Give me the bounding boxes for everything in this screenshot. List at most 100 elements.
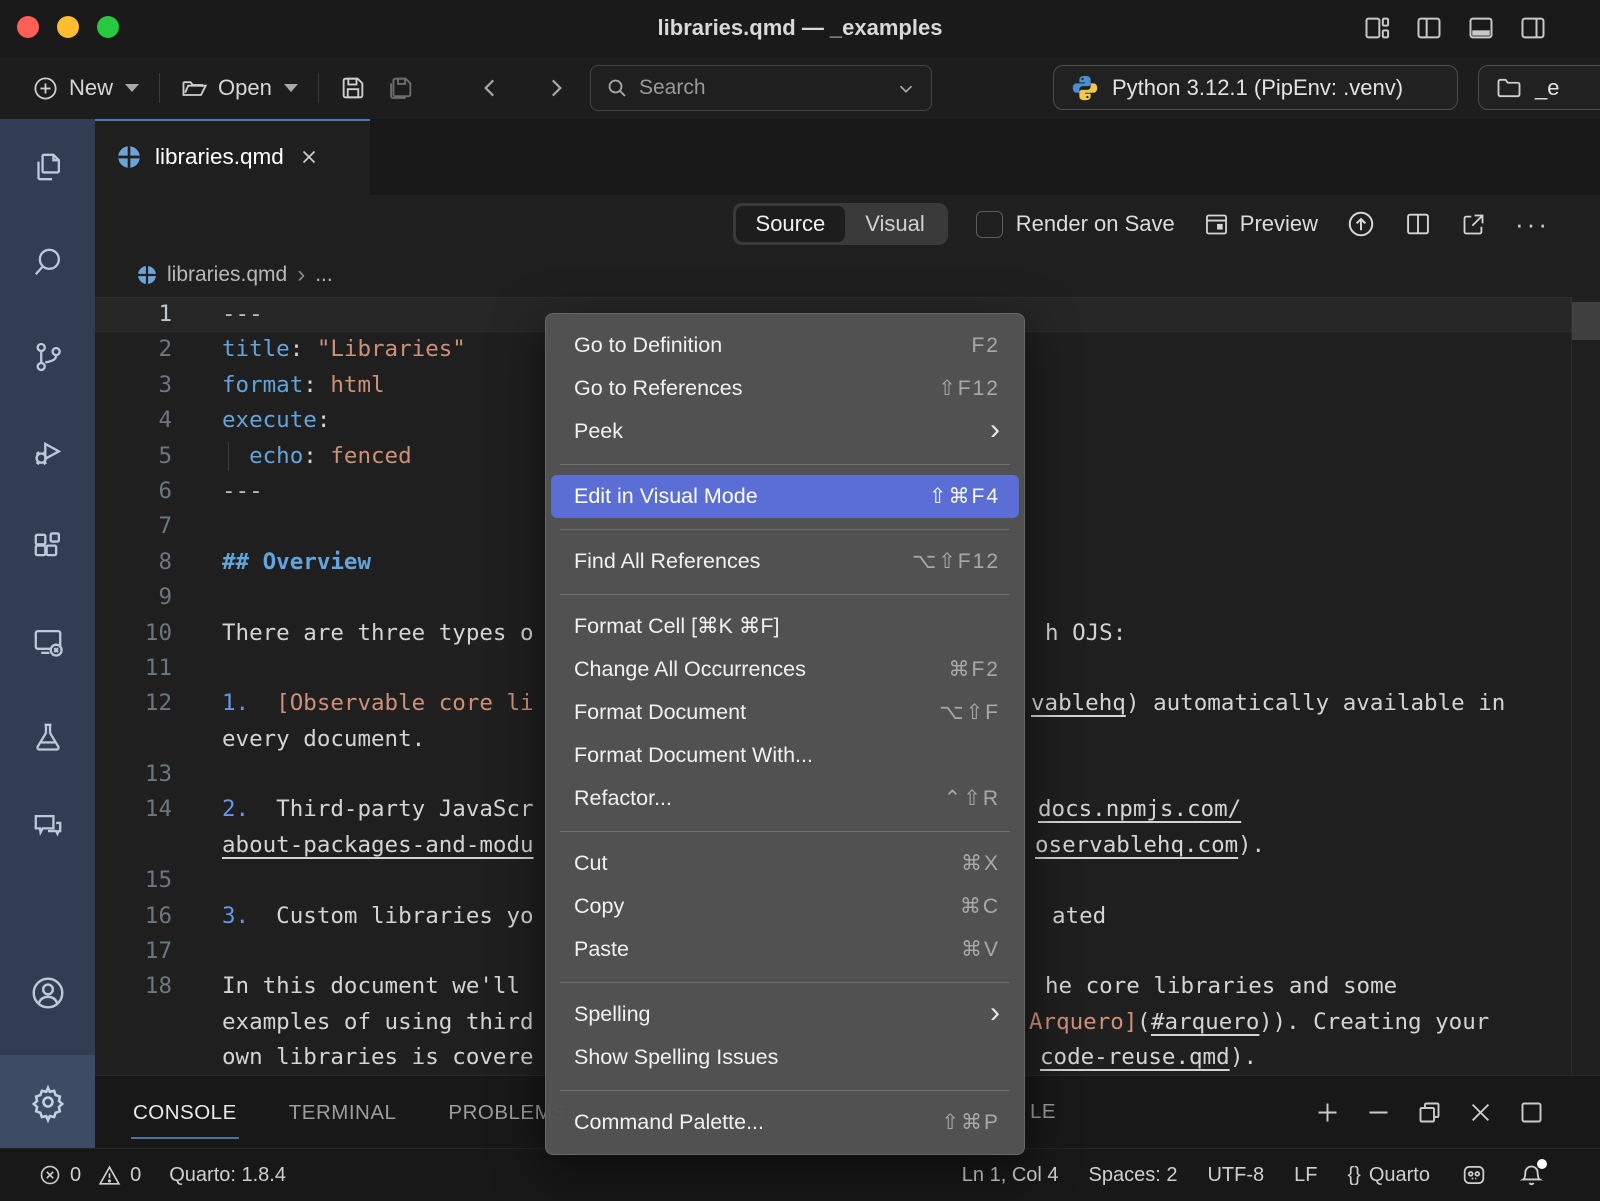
toggle-primary-sidebar-icon[interactable]: [1414, 13, 1444, 43]
language-mode-status[interactable]: {} Quarto: [1347, 1164, 1430, 1187]
menu-item-go-to-definition[interactable]: Go to DefinitionF2: [551, 324, 1019, 367]
eol-status[interactable]: LF: [1294, 1164, 1317, 1187]
code-link[interactable]: #arquero: [1151, 1005, 1259, 1040]
split-editor-icon[interactable]: [1404, 210, 1432, 238]
testing-icon[interactable]: [0, 701, 95, 773]
save-all-button[interactable]: [377, 65, 425, 111]
breadcrumb-file[interactable]: libraries.qmd: [167, 263, 287, 287]
menu-item-change-all-occurrences[interactable]: Change All Occurrences⌘F2: [551, 648, 1019, 691]
code-token: :: [303, 443, 330, 469]
open-button[interactable]: Open: [170, 65, 308, 111]
explorer-icon[interactable]: [0, 131, 95, 203]
search-view-icon[interactable]: [0, 226, 95, 298]
panel-layout-icon[interactable]: [1518, 1099, 1545, 1126]
customize-layout-icon[interactable]: [1362, 13, 1392, 43]
quarto-version-status[interactable]: Quarto: 1.8.4: [169, 1164, 286, 1187]
menu-item-command-palette[interactable]: Command Palette...⇧⌘P: [551, 1101, 1019, 1144]
source-mode-button[interactable]: Source: [736, 206, 846, 242]
render-icon[interactable]: [1346, 209, 1376, 239]
panel-tab-console[interactable]: CONSOLE: [131, 1079, 239, 1147]
menu-item-find-all-references[interactable]: Find All References⌥⇧F12: [551, 540, 1019, 583]
feedback-icon[interactable]: [1460, 1161, 1488, 1189]
menu-item-shortcut: ⌘F2: [948, 657, 1000, 682]
menu-item-cut[interactable]: Cut⌘X: [551, 842, 1019, 885]
encoding-status[interactable]: UTF-8: [1207, 1164, 1264, 1187]
panel-minimize-icon[interactable]: [1365, 1099, 1392, 1126]
menu-item-format-document[interactable]: Format Document⌥⇧F: [551, 691, 1019, 734]
code-link[interactable]: code-reuse.qmd: [1040, 1040, 1230, 1075]
search-dropdown-chevron-icon[interactable]: [895, 77, 917, 99]
preview-button[interactable]: Preview: [1203, 211, 1318, 238]
code-token: echo: [249, 443, 303, 469]
menu-item-label: Show Spelling Issues: [574, 1045, 1000, 1070]
panel-plus-icon[interactable]: [1314, 1099, 1341, 1126]
breadcrumb-symbol[interactable]: ...: [315, 263, 333, 287]
indent-guide: [228, 442, 229, 471]
menu-item-format-cell-k-f[interactable]: Format Cell [⌘K ⌘F]: [551, 605, 1019, 648]
new-button[interactable]: New: [22, 65, 149, 111]
menu-item-format-document-with[interactable]: Format Document With...: [551, 734, 1019, 777]
problems-status[interactable]: 0 0: [38, 1163, 141, 1188]
code-link[interactable]: docs.npmjs.com/: [1038, 792, 1241, 827]
account-icon[interactable]: [0, 957, 95, 1029]
panel-tab-partial[interactable]: LE: [1030, 1100, 1056, 1124]
interpreter-label: Python 3.12.1 (PipEnv: .venv): [1112, 75, 1403, 101]
menu-item-refactor[interactable]: Refactor...⌃⇧R: [551, 777, 1019, 820]
panel-tab-terminal[interactable]: TERMINAL: [287, 1079, 399, 1147]
bell-icon[interactable]: [1518, 1162, 1545, 1189]
code-token: )). Creating your: [1259, 1005, 1489, 1040]
menu-item-go-to-references[interactable]: Go to References⇧F12: [551, 367, 1019, 410]
code-token: "Libraries": [317, 336, 466, 362]
workspace-button[interactable]: _e: [1478, 65, 1600, 110]
menu-separator: [560, 831, 1010, 832]
error-icon: [38, 1163, 62, 1187]
menu-separator: [560, 594, 1010, 595]
scrollbar-thumb[interactable]: [1572, 302, 1600, 340]
comments-icon[interactable]: [0, 791, 95, 863]
menu-item-label: Peek: [574, 419, 990, 444]
menu-item-edit-in-visual-mode[interactable]: Edit in Visual Mode⇧⌘F4: [551, 475, 1019, 518]
panel-restore-icon[interactable]: [1416, 1099, 1443, 1126]
indentation-status[interactable]: Spaces: 2: [1089, 1164, 1178, 1187]
tab-label: libraries.qmd: [155, 144, 284, 170]
tab-libraries-qmd[interactable]: libraries.qmd: [95, 119, 370, 195]
toggle-panel-icon[interactable]: [1466, 13, 1496, 43]
remote-window-icon[interactable]: [0, 606, 95, 678]
source-control-icon[interactable]: [0, 321, 95, 393]
extensions-icon[interactable]: [0, 511, 95, 583]
menu-item-paste[interactable]: Paste⌘V: [551, 928, 1019, 971]
run-debug-icon[interactable]: [0, 416, 95, 488]
interpreter-selector-button[interactable]: Python 3.12.1 (PipEnv: .venv): [1053, 65, 1458, 110]
menu-item-spelling[interactable]: Spelling›: [551, 993, 1019, 1036]
menu-item-label: Cut: [574, 851, 961, 876]
visual-mode-button[interactable]: Visual: [845, 206, 945, 242]
error-count: 0: [70, 1164, 81, 1187]
save-icon: [339, 74, 367, 102]
menu-item-show-spelling-issues[interactable]: Show Spelling Issues: [551, 1036, 1019, 1079]
code-link[interactable]: oservablehq.com: [1035, 828, 1238, 863]
cursor-position-status[interactable]: Ln 1, Col 4: [962, 1164, 1059, 1187]
render-on-save-checkbox[interactable]: [976, 211, 1003, 238]
more-actions-button[interactable]: ···: [1515, 209, 1550, 240]
quarto-icon: [137, 265, 157, 285]
search-input[interactable]: Search: [590, 65, 932, 111]
tab-close-icon[interactable]: [298, 146, 320, 168]
code-link[interactable]: about-packages-and-modu: [222, 832, 534, 858]
open-external-icon[interactable]: [1460, 211, 1487, 238]
code-link[interactable]: vablehq: [1031, 686, 1126, 721]
save-button[interactable]: [329, 65, 377, 111]
line-number: 4: [95, 403, 172, 438]
navigate-forward-button[interactable]: [533, 65, 579, 111]
navigate-back-button[interactable]: [467, 65, 513, 111]
toggle-secondary-sidebar-icon[interactable]: [1518, 13, 1548, 43]
save-all-icon: [387, 74, 415, 102]
panel-close-icon[interactable]: [1467, 1099, 1494, 1126]
menu-item-label: Go to References: [574, 376, 938, 401]
search-icon: [605, 76, 629, 100]
menu-item-copy[interactable]: Copy⌘C: [551, 885, 1019, 928]
menu-item-label: Paste: [574, 937, 961, 962]
menu-item-peek[interactable]: Peek›: [551, 410, 1019, 453]
open-label: Open: [218, 75, 272, 101]
settings-gear-icon[interactable]: [0, 1055, 95, 1148]
status-bar: 0 0 Quarto: 1.8.4 Ln 1, Col 4 Spaces: 2 …: [0, 1148, 1600, 1201]
